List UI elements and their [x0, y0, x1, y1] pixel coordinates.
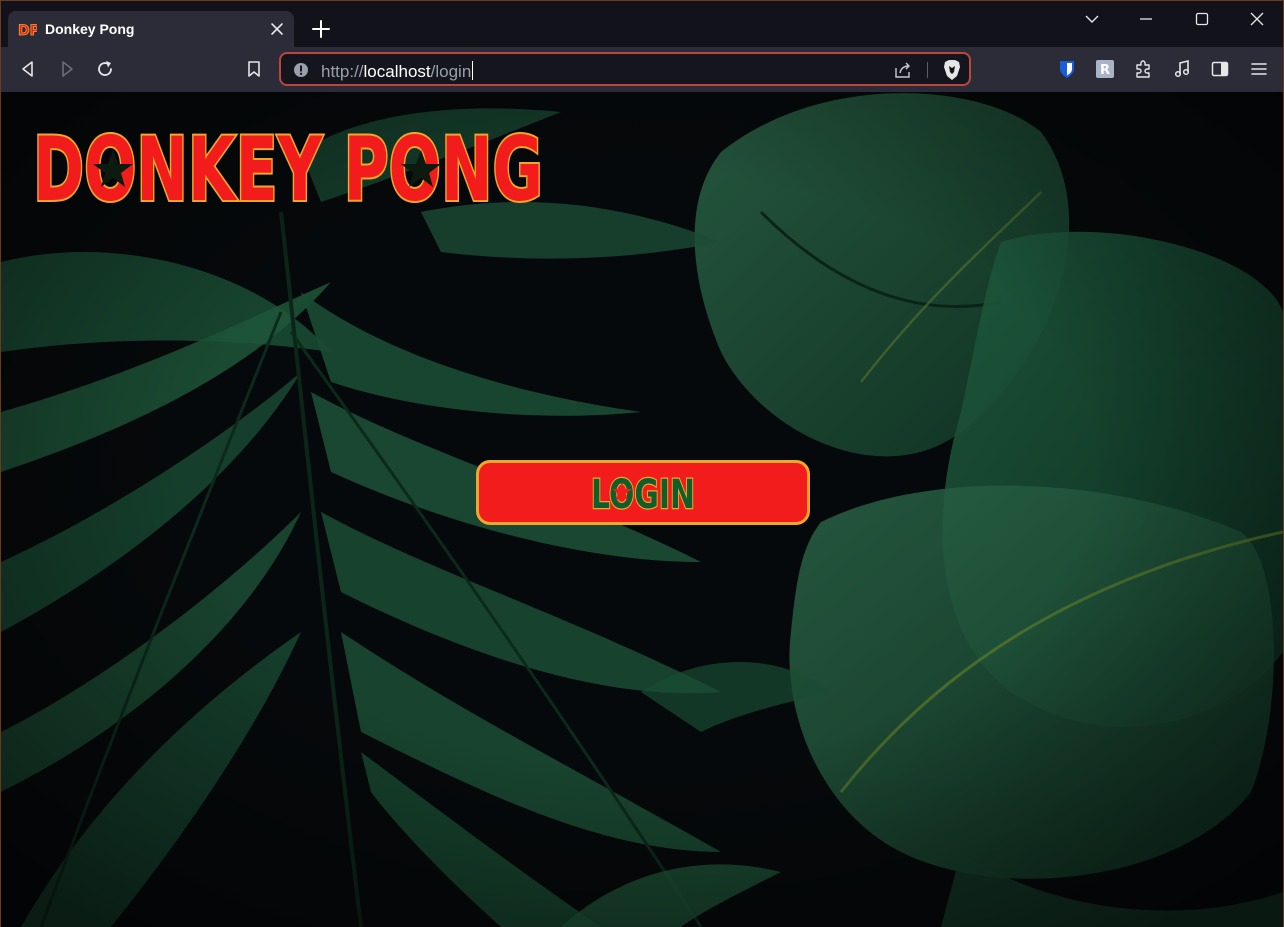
sidebar-toggle-icon[interactable] — [1210, 59, 1230, 79]
bookmark-icon[interactable] — [244, 59, 264, 79]
donkey-pong-favicon-icon: DP — [18, 23, 37, 39]
page-viewport: DONKEY PONG LOGIN — [1, 92, 1283, 927]
bitwarden-extension-icon[interactable] — [1057, 59, 1077, 79]
minimize-icon[interactable] — [1137, 10, 1155, 28]
tab-close-icon[interactable] — [268, 20, 286, 38]
browser-window: DP Donkey Pong http://localhost/login R … — [0, 0, 1284, 927]
svg-text:R: R — [1100, 63, 1110, 78]
browser-toolbar: http://localhost/login R — [1, 47, 1283, 92]
site-info-icon[interactable] — [293, 62, 309, 78]
extensions-puzzle-icon[interactable] — [1133, 59, 1153, 79]
tab-search-chevron-icon[interactable] — [1083, 10, 1101, 28]
media-music-icon[interactable] — [1172, 59, 1192, 79]
extension-r-icon[interactable]: R — [1095, 59, 1115, 79]
forward-icon[interactable] — [57, 59, 77, 79]
reload-icon[interactable] — [95, 59, 115, 79]
new-tab-icon[interactable] — [311, 19, 331, 39]
omnibox-separator — [927, 62, 928, 78]
login-label: LOGIN — [590, 470, 697, 518]
donkey-pong-logo: DONKEY PONG — [31, 120, 545, 212]
tab-donkey-pong[interactable]: DP Donkey Pong — [8, 11, 294, 47]
main-menu-icon[interactable] — [1249, 59, 1269, 79]
url-text[interactable]: http://localhost/login — [321, 61, 474, 82]
svg-text:LOGIN: LOGIN — [591, 472, 695, 518]
back-icon[interactable] — [18, 59, 38, 79]
tab-title: Donkey Pong — [45, 21, 135, 37]
brave-shields-icon[interactable] — [942, 59, 962, 81]
share-icon[interactable] — [893, 61, 913, 79]
svg-text:DP: DP — [18, 23, 37, 39]
address-bar[interactable]: http://localhost/login — [279, 52, 971, 86]
login-button[interactable]: LOGIN — [476, 460, 810, 525]
close-window-icon[interactable] — [1248, 10, 1266, 28]
maximize-icon[interactable] — [1193, 10, 1211, 28]
tab-strip: DP Donkey Pong — [1, 1, 1283, 47]
